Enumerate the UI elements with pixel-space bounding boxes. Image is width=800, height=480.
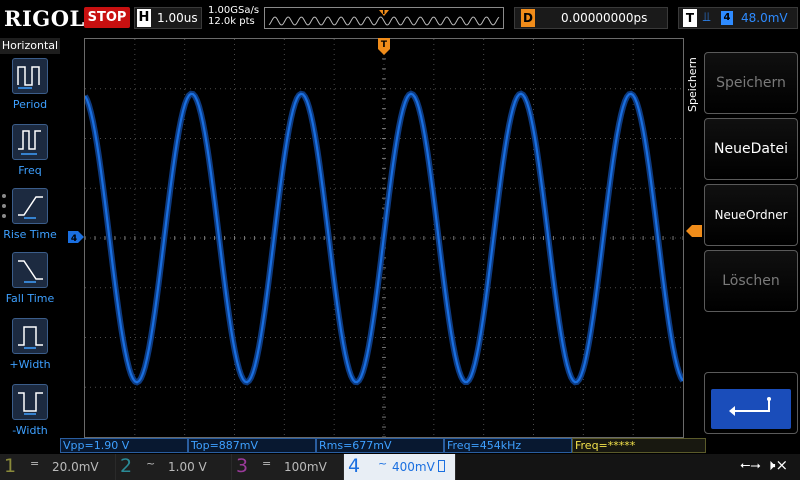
channel2-number: 2 <box>120 455 133 477</box>
trigger-level-marker[interactable] <box>686 224 702 238</box>
measure-neg-width-label: -Width <box>12 424 48 437</box>
measure-rise-time-label: Rise Time <box>3 228 57 241</box>
measurement-top[interactable]: Top=887mV <box>188 438 316 453</box>
measurement-sidebar: Horizontal Period Freq Rise Time Fall Ti… <box>0 36 60 454</box>
back-button[interactable] <box>704 372 798 434</box>
memory-trigger-marker: T <box>381 7 387 16</box>
channel4-status[interactable]: 4 ~ 400mV <box>344 454 456 480</box>
measurement-freq-ch1[interactable]: Freq=***** <box>572 438 706 453</box>
rise-time-icon <box>12 188 48 224</box>
channel3-coupling: = <box>262 457 272 470</box>
channel2-status[interactable]: 2 ~ 1.00 V <box>116 454 232 480</box>
channel2-scale: 1.00 V <box>168 460 207 474</box>
frequency-icon <box>12 124 48 160</box>
waveform-grid <box>82 38 686 438</box>
timebase-label: H <box>137 9 151 27</box>
trigger-label: T <box>683 9 697 27</box>
measurement-results-bar: Vpp=1.90 V Top=887mV Rms=677mV Freq=454k… <box>60 438 706 454</box>
trigger-source-badge: 4 <box>721 11 733 25</box>
trigger-marker-label: T <box>381 40 388 50</box>
measure-fall-time-item[interactable]: Fall Time <box>0 252 60 314</box>
delete-button[interactable]: Löschen <box>704 250 798 312</box>
channel4-offset-marker[interactable]: 4 <box>68 230 84 244</box>
channel-status-bar: 1 = 20.0mV 2 ~ 1.00 V 3 = 100mV 4 ~ 400m… <box>0 454 800 480</box>
channel3-status[interactable]: 3 = 100mV <box>232 454 344 480</box>
channel4-scale: 400mV <box>392 460 435 474</box>
trigger-settings-display[interactable]: T ⫫ 4 48.0mV <box>678 7 798 29</box>
channel3-scale: 100mV <box>284 460 327 474</box>
top-status-bar: RIGOL STOP H 1.00us 1.00GSa/s 12.0k pts … <box>0 0 800 36</box>
channel1-number: 1 <box>4 455 17 477</box>
measure-neg-width-item[interactable]: -Width <box>0 384 60 446</box>
save-button[interactable]: Speichern <box>704 52 798 114</box>
measure-period-label: Period <box>12 98 48 111</box>
usb-icon: ⭠⭢ <box>740 458 761 473</box>
waveform-display[interactable] <box>82 38 686 438</box>
trigger-position-display[interactable]: D 0.00000000ps <box>514 7 668 29</box>
channel1-scale: 20.0mV <box>52 460 99 474</box>
positive-width-icon <box>12 318 48 354</box>
trigger-position-value: 0.00000000ps <box>561 11 648 25</box>
channel1-coupling: = <box>30 457 40 470</box>
channel4-coupling: ~ <box>378 457 388 470</box>
measurement-vpp[interactable]: Vpp=1.90 V <box>60 438 188 453</box>
measure-freq-label: Freq <box>18 164 42 177</box>
measure-rise-time-item[interactable]: Rise Time <box>0 188 60 250</box>
measure-period-item[interactable]: Period <box>0 58 60 120</box>
measurement-freq[interactable]: Freq=454kHz <box>444 438 572 453</box>
menu-title: Speichern <box>686 57 699 113</box>
fall-time-icon <box>12 252 48 288</box>
return-arrow-icon <box>729 397 771 416</box>
trigger-position-marker[interactable]: T <box>377 38 391 56</box>
channel4-number: 4 <box>348 455 361 477</box>
speaker-muted-icon[interactable]: 🕨× <box>766 456 788 474</box>
new-folder-button[interactable]: NeueOrdner <box>704 184 798 246</box>
trigger-level-value: 48.0mV <box>741 11 788 25</box>
channel1-status[interactable]: 1 = 20.0mV <box>0 454 116 480</box>
measure-fall-time-label: Fall Time <box>5 292 55 305</box>
run-stop-indicator[interactable]: STOP <box>84 7 130 28</box>
sample-rate-readout: 1.00GSa/s 12.0k pts <box>208 5 259 27</box>
period-icon <box>12 58 48 94</box>
timebase-value: 1.00us <box>157 11 198 25</box>
channel4-marker-label: 4 <box>71 234 77 244</box>
rising-edge-icon: ⫫ <box>703 10 711 25</box>
new-file-button[interactable]: NeueDatei <box>704 118 798 180</box>
rigol-logo: RIGOL <box>4 6 85 31</box>
timebase-display[interactable]: H 1.00us <box>134 7 202 29</box>
measure-pos-width-label: +Width <box>9 358 51 371</box>
sample-rate-value: 1.00GSa/s <box>208 5 260 16</box>
sidebar-title: Horizontal <box>0 38 60 54</box>
channel2-coupling: ~ <box>146 457 156 470</box>
measurement-rms[interactable]: Rms=677mV <box>316 438 444 453</box>
measure-freq-item[interactable]: Freq <box>0 124 60 186</box>
memory-overview-bar[interactable]: T <box>264 7 504 29</box>
memory-depth-value: 12.0k pts <box>208 16 255 27</box>
delay-label: D <box>521 9 535 27</box>
measure-pos-width-item[interactable]: +Width <box>0 318 60 380</box>
negative-width-icon <box>12 384 48 420</box>
channel3-number: 3 <box>236 455 249 477</box>
channel4-probe-icon <box>438 460 445 472</box>
